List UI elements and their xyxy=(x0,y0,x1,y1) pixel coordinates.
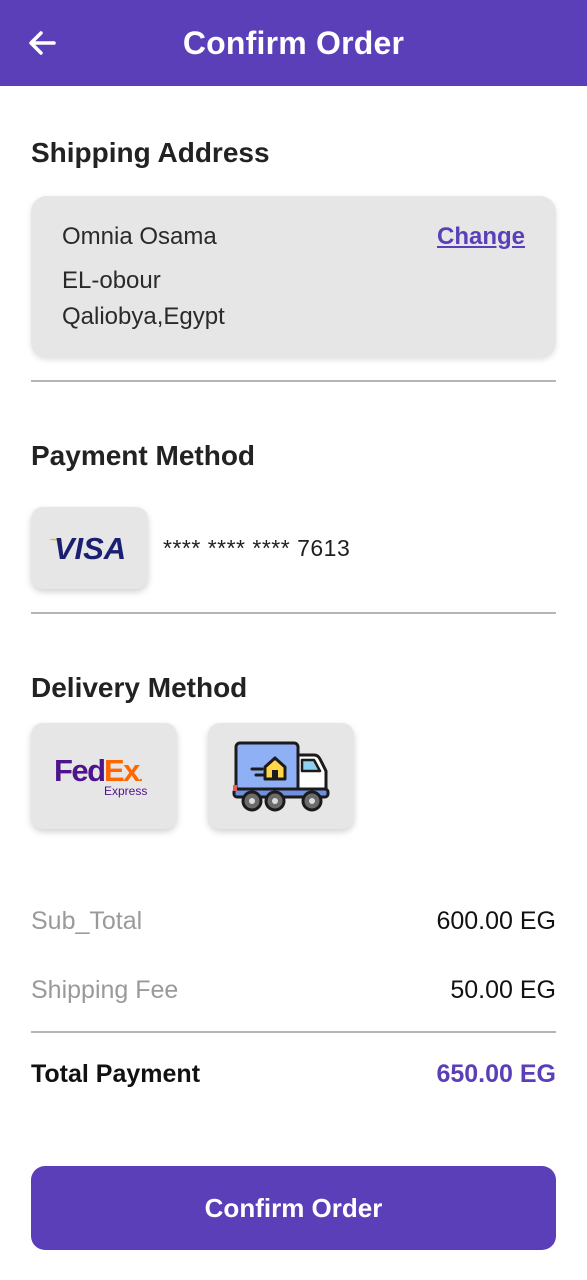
subtotal-label: Sub_Total xyxy=(31,907,143,935)
address-line-1: EL-obour xyxy=(62,267,161,294)
confirm-order-screen: Confirm Order Shipping Address Omnia Osa… xyxy=(0,0,587,1280)
svg-text:VISA: VISA xyxy=(53,532,125,564)
shipping-fee-value: 50.00 EG xyxy=(450,976,556,1004)
arrow-left-icon xyxy=(29,31,56,55)
change-address-link[interactable]: Change xyxy=(437,223,525,251)
subtotal-value: 600.00 EG xyxy=(436,907,556,935)
fedex-logo: Fed Ex. Express xyxy=(54,753,148,798)
visa-card-tile[interactable]: VISA xyxy=(31,507,148,589)
confirm-order-button[interactable]: Confirm Order xyxy=(31,1166,556,1250)
back-button[interactable] xyxy=(26,28,58,58)
recipient-name: Omnia Osama xyxy=(62,223,217,250)
fedex-option[interactable]: Fed Ex. Express xyxy=(31,723,177,829)
home-delivery-option[interactable] xyxy=(208,723,354,829)
payment-method-title: Payment Method xyxy=(31,440,256,471)
divider xyxy=(31,612,556,614)
masked-card-number: **** **** **** 7613 xyxy=(163,535,351,561)
shipping-fee-label: Shipping Fee xyxy=(31,976,179,1004)
divider xyxy=(31,380,556,382)
shipping-address-title: Shipping Address xyxy=(31,137,270,168)
address-card: Omnia Osama Change EL-obour Qaliobya,Egy… xyxy=(31,196,556,358)
delivery-truck-icon xyxy=(232,741,330,812)
delivery-method-title: Delivery Method xyxy=(31,672,248,703)
divider xyxy=(31,1031,556,1033)
address-line-2: Qaliobya,Egypt xyxy=(62,303,225,330)
total-payment-value: 650.00 EG xyxy=(436,1060,556,1088)
app-bar: Confirm Order xyxy=(0,0,587,86)
total-payment-label: Total Payment xyxy=(31,1060,201,1088)
visa-logo: VISA xyxy=(48,532,126,564)
page-title: Confirm Order xyxy=(182,24,405,61)
